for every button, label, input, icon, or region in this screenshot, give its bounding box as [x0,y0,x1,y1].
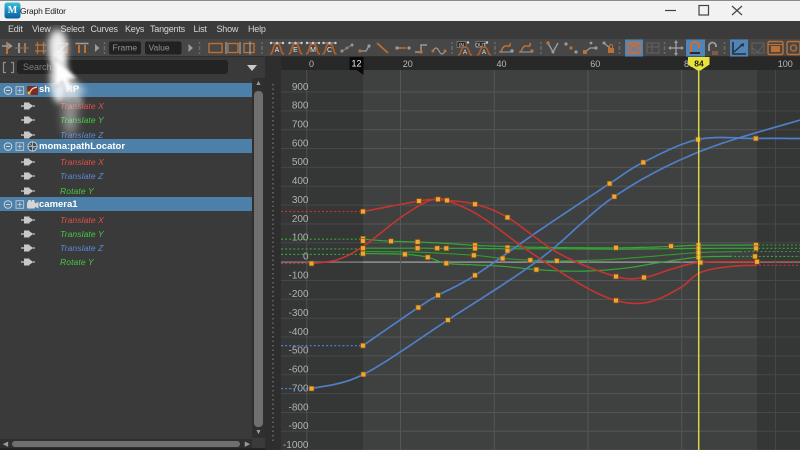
svg-text:A: A [482,50,486,56]
svg-text:400: 400 [292,176,309,187]
svg-text:0: 0 [309,59,314,69]
svg-text:900: 900 [292,82,309,93]
svg-text:-400: -400 [288,327,308,338]
svg-text:40: 40 [496,59,506,69]
svg-text:C: C [327,47,332,54]
svg-text:Frame: Frame [113,43,138,53]
svg-text:-500: -500 [288,346,308,357]
svg-text:-600: -600 [288,365,308,376]
svg-text:M: M [8,5,18,16]
svg-text:-300: -300 [288,308,308,319]
svg-text:-100: -100 [288,270,308,281]
svg-text:A: A [275,47,280,54]
svg-text:-200: -200 [288,289,308,300]
svg-text:200: 200 [292,214,309,225]
svg-text:12: 12 [351,59,361,69]
svg-text:0: 0 [303,251,309,262]
svg-text:700: 700 [292,120,309,131]
svg-text:-1000: -1000 [283,440,309,450]
svg-text:Value: Value [149,43,170,53]
svg-text:M: M [310,47,316,54]
svg-text:100: 100 [778,59,793,69]
svg-text:OUT: OUT [475,43,486,49]
svg-text:-900: -900 [288,421,308,432]
svg-text:100: 100 [292,233,309,244]
svg-text:A: A [463,50,467,56]
svg-text:E: E [293,47,298,54]
svg-text:60: 60 [590,59,600,69]
svg-text:300: 300 [292,195,309,206]
svg-text:800: 800 [292,101,309,112]
svg-text:500: 500 [292,157,309,168]
svg-text:600: 600 [292,138,309,149]
svg-text:20: 20 [403,59,413,69]
svg-text:84: 84 [694,59,704,69]
svg-text:-800: -800 [288,402,308,413]
